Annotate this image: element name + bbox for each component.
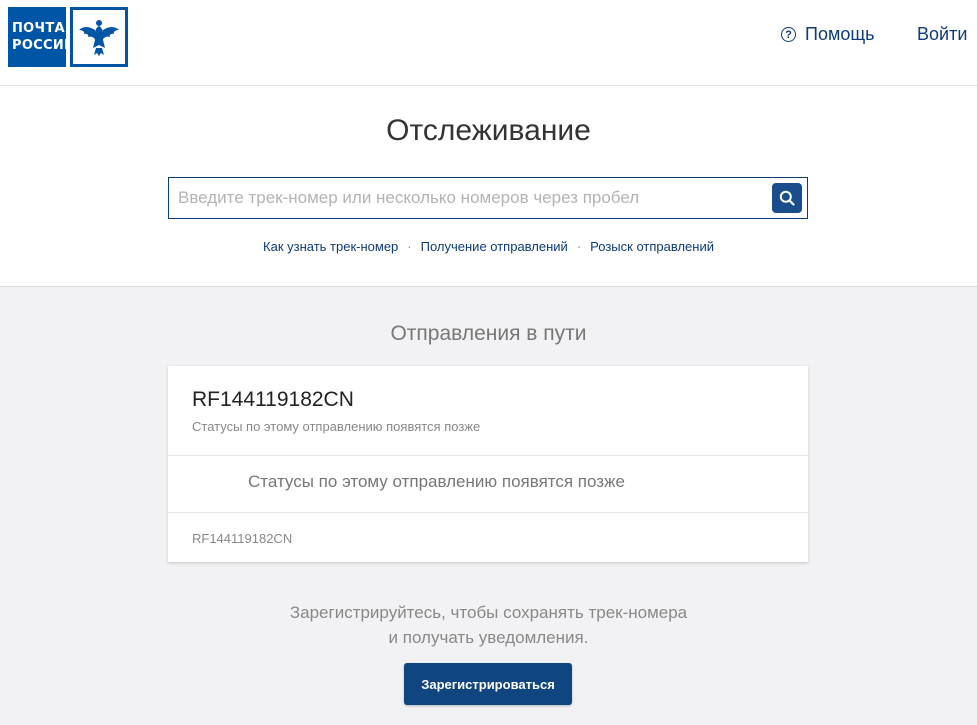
page-title: Отслеживание xyxy=(386,114,591,147)
track-search-input[interactable] xyxy=(169,178,759,218)
help-links: Как узнать трек-номер · Получение отправле… xyxy=(0,239,977,254)
status-message: Статусы по этому отправлению появятся по… xyxy=(248,472,625,491)
receiving-shipments-link[interactable]: Получение отправлений xyxy=(421,239,568,254)
help-link[interactable]: ? Помощь xyxy=(781,24,875,45)
eagle-emblem-icon xyxy=(70,7,128,67)
track-status-short: Статусы по этому отправлению появятся по… xyxy=(192,419,481,434)
search-box xyxy=(168,177,808,219)
logo-wordmark: ПОЧТА РОССИИ xyxy=(8,7,76,67)
link-separator: · xyxy=(576,239,582,254)
help-label: Помощь xyxy=(805,24,875,44)
logo-line2: РОССИИ xyxy=(12,38,76,53)
shipment-card[interactable]: RF144119182CN Статусы по этому отправлен… xyxy=(168,366,808,562)
logo-line1: ПОЧТА xyxy=(12,21,65,36)
register-line1: Зарегистрируйтесь, чтобы сохранять трек-… xyxy=(289,603,688,622)
question-circle-icon: ? xyxy=(781,27,796,42)
pochta-logo[interactable]: ПОЧТА РОССИИ xyxy=(8,7,128,67)
track-number: RF144119182CN xyxy=(192,388,354,411)
site-header: ПОЧТА РОССИИ ? Помощь Войти xyxy=(0,0,977,86)
register-prompt: Зарегистрируйтесь, чтобы сохранять трек-… xyxy=(0,600,977,650)
tracking-panel: Отслеживание Как узнать трек-номер · Получ… xyxy=(0,86,977,287)
shipment-card-header: RF144119182CN Статусы по этому отправлен… xyxy=(168,366,808,456)
shipment-status-row: Статусы по этому отправлению появятся по… xyxy=(168,456,808,513)
register-button[interactable]: Зарегистрироваться xyxy=(404,663,572,705)
section-title: Отправления в пути xyxy=(390,322,587,345)
search-button[interactable] xyxy=(772,183,802,213)
login-link[interactable]: Войти xyxy=(917,24,967,45)
how-to-find-track-link[interactable]: Как узнать трек-номер xyxy=(263,239,398,254)
footer-track-number: RF144119182CN xyxy=(192,531,293,546)
search-shipments-link[interactable]: Розыск отправлений xyxy=(590,239,714,254)
link-separator: · xyxy=(407,239,412,254)
search-icon xyxy=(779,190,795,206)
register-line2: и получать уведомления. xyxy=(388,628,589,647)
